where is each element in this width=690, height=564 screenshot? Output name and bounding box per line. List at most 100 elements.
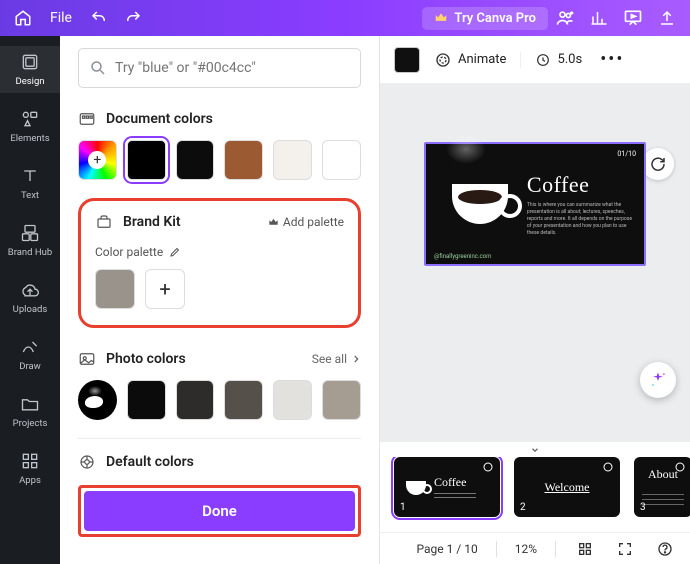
color-search[interactable] bbox=[78, 48, 361, 88]
section-title: Brand Kit bbox=[123, 214, 181, 230]
brand-kit-icon bbox=[95, 213, 113, 231]
rail-design[interactable]: Design bbox=[0, 46, 60, 93]
page-strip: Coffee 1 Welcome 2 About 3 bbox=[380, 442, 690, 532]
analytics-button[interactable] bbox=[582, 4, 616, 32]
document-colors-section: Document colors + bbox=[78, 110, 361, 180]
rail-text[interactable]: Text bbox=[0, 160, 60, 207]
slide-image bbox=[434, 152, 527, 256]
slide-description: This is where you can summarize what the… bbox=[527, 202, 636, 237]
help-button[interactable] bbox=[654, 538, 676, 560]
done-button[interactable]: Done bbox=[84, 491, 355, 531]
zoom-indicator[interactable]: 12% bbox=[515, 542, 537, 556]
doc-color-swatch[interactable] bbox=[127, 140, 166, 180]
rail-brand-hub[interactable]: Brand Hub bbox=[0, 217, 60, 264]
page-indicator[interactable]: Page 1 / 10 bbox=[416, 542, 477, 556]
color-palette-label: Color palette bbox=[95, 245, 163, 259]
rail-uploads[interactable]: Uploads bbox=[0, 274, 60, 321]
chevron-right-icon bbox=[351, 354, 361, 364]
color-wheel-icon bbox=[78, 453, 96, 471]
app-root: File Try Canva Pro bbox=[0, 0, 690, 564]
status-bar: Page 1 / 10 12% bbox=[380, 532, 690, 564]
animate-button[interactable]: Animate bbox=[434, 51, 506, 69]
rail-label: Apps bbox=[19, 475, 41, 486]
animate-badge-icon bbox=[482, 461, 494, 473]
photo-color-swatch[interactable] bbox=[224, 380, 263, 420]
rail-projects[interactable]: Projects bbox=[0, 388, 60, 435]
crown-icon bbox=[434, 11, 448, 25]
collapse-strip-button[interactable] bbox=[380, 443, 690, 457]
add-palette-button[interactable]: Add palette bbox=[268, 215, 344, 229]
rail-label: Brand Hub bbox=[8, 247, 52, 258]
fullscreen-button[interactable] bbox=[614, 538, 636, 560]
page-thumbnail[interactable]: About 3 bbox=[634, 457, 690, 517]
see-all-button[interactable]: See all bbox=[312, 352, 361, 366]
plus-icon: + bbox=[159, 277, 170, 301]
photo-color-swatch[interactable] bbox=[322, 380, 361, 420]
rail-label: Text bbox=[21, 190, 39, 201]
search-icon bbox=[89, 59, 107, 77]
add-new-color[interactable]: + bbox=[78, 140, 117, 180]
divider bbox=[78, 438, 361, 439]
add-palette-label: Add palette bbox=[283, 215, 344, 229]
brand-color-swatch[interactable] bbox=[95, 269, 135, 309]
doc-color-swatch[interactable] bbox=[224, 140, 263, 180]
thumb-number: 3 bbox=[640, 502, 646, 513]
animate-badge-icon bbox=[602, 461, 614, 473]
thumb-title: Coffee bbox=[434, 475, 476, 490]
section-title: Document colors bbox=[106, 111, 213, 127]
animate-icon bbox=[434, 51, 452, 69]
rail-label: Uploads bbox=[13, 304, 48, 315]
rail-label: Elements bbox=[10, 133, 49, 144]
topbar: File Try Canva Pro bbox=[0, 0, 690, 36]
left-rail: Design Elements Text Brand Hub Uploads D… bbox=[0, 36, 60, 564]
default-colors-section: Default colors bbox=[78, 453, 361, 471]
page-thumbnail[interactable]: Coffee 1 bbox=[394, 457, 500, 517]
section-title: Photo colors bbox=[106, 351, 186, 367]
rail-label: Design bbox=[15, 76, 44, 87]
color-panel: Document colors + Brand Kit bbox=[60, 36, 380, 564]
try-pro-label: Try Canva Pro bbox=[454, 11, 536, 26]
body: Design Elements Text Brand Hub Uploads D… bbox=[0, 36, 690, 564]
thumb-number: 2 bbox=[520, 502, 526, 513]
done-highlight: Done bbox=[78, 485, 361, 537]
thumb-title: Welcome bbox=[544, 480, 589, 495]
slide-title: Coffee bbox=[527, 172, 636, 198]
more-options-button[interactable]: ••• bbox=[600, 49, 624, 70]
photo-color-swatch[interactable] bbox=[176, 380, 215, 420]
add-brand-color[interactable]: + bbox=[145, 269, 185, 309]
magic-button[interactable] bbox=[640, 362, 676, 398]
rail-elements[interactable]: Elements bbox=[0, 103, 60, 150]
photo-thumbnail[interactable] bbox=[78, 380, 117, 420]
photo-color-swatch[interactable] bbox=[273, 380, 312, 420]
duration-label: 5.0s bbox=[557, 52, 582, 67]
try-pro-button[interactable]: Try Canva Pro bbox=[422, 7, 548, 30]
slide-preview[interactable]: 01/10 Coffee This is where you can summa… bbox=[424, 142, 646, 266]
doc-color-swatch[interactable] bbox=[176, 140, 215, 180]
file-menu[interactable]: File bbox=[40, 4, 82, 32]
thumbnail-row[interactable]: Coffee 1 Welcome 2 About 3 bbox=[380, 457, 690, 532]
grid-view-button[interactable] bbox=[574, 538, 596, 560]
duration-button[interactable]: 5.0s bbox=[520, 52, 582, 68]
doc-color-swatch[interactable] bbox=[273, 140, 312, 180]
share-button[interactable] bbox=[650, 4, 684, 32]
redo-button[interactable] bbox=[116, 4, 150, 32]
refresh-button[interactable] bbox=[642, 148, 674, 180]
page-thumbnail[interactable]: Welcome 2 bbox=[514, 457, 620, 517]
search-input[interactable] bbox=[115, 60, 350, 76]
present-button[interactable] bbox=[616, 4, 650, 32]
thumb-title: About bbox=[648, 467, 678, 482]
photo-color-swatch[interactable] bbox=[127, 380, 166, 420]
background-color-button[interactable] bbox=[394, 47, 420, 73]
home-button[interactable] bbox=[6, 4, 40, 32]
canvas-stage[interactable]: 01/10 Coffee This is where you can summa… bbox=[380, 84, 690, 442]
edit-icon[interactable] bbox=[169, 246, 181, 258]
undo-button[interactable] bbox=[82, 4, 116, 32]
doc-color-swatch[interactable] bbox=[322, 140, 361, 180]
palette-icon bbox=[78, 110, 96, 128]
rail-draw[interactable]: Draw bbox=[0, 331, 60, 378]
brand-kit-section: Brand Kit Add palette Color palette + bbox=[78, 198, 361, 328]
rail-apps[interactable]: Apps bbox=[0, 445, 60, 492]
collaborators-button[interactable] bbox=[548, 4, 582, 32]
thumb-number: 1 bbox=[400, 502, 406, 513]
rail-label: Draw bbox=[19, 361, 41, 372]
